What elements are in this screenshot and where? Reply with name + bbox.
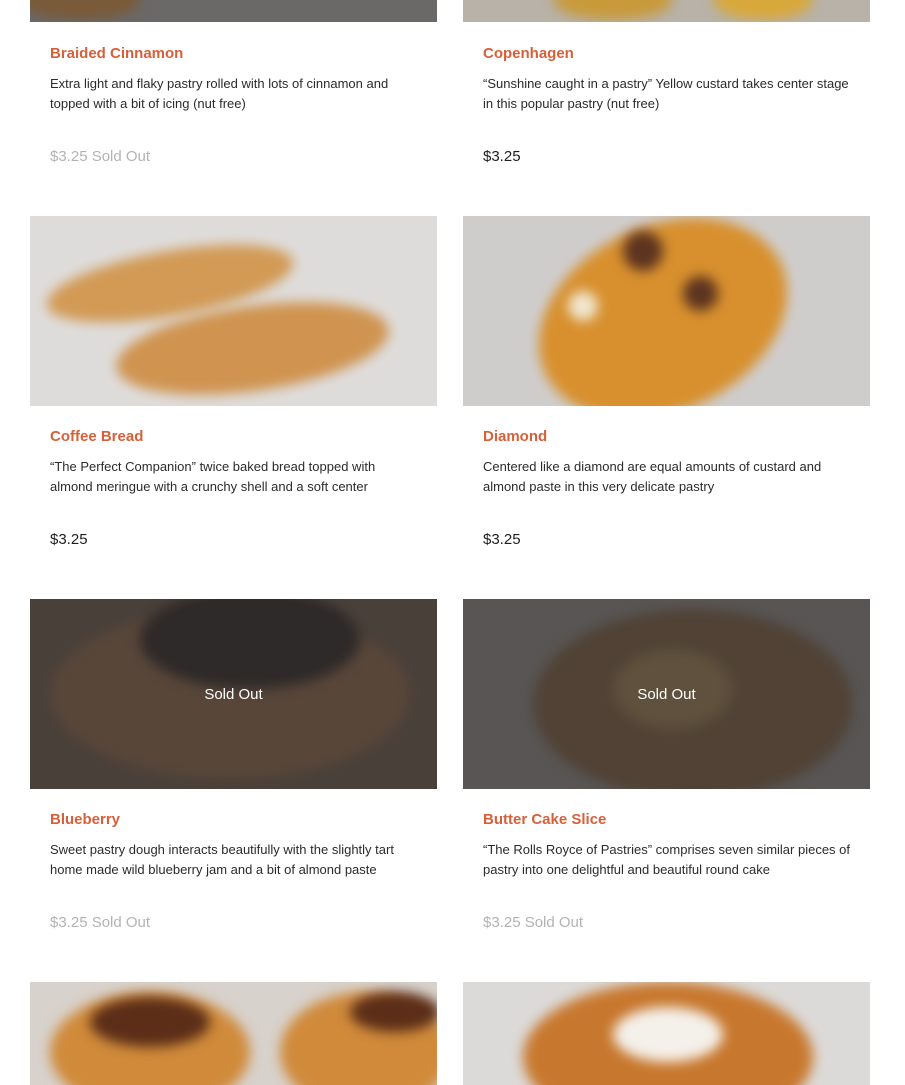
product-card[interactable]: Copenhagen “Sunshine caught in a pastry”… <box>463 0 870 165</box>
sold-out-overlay: Sold Out <box>30 599 437 789</box>
product-card[interactable] <box>463 982 870 1085</box>
product-card[interactable] <box>30 982 437 1085</box>
product-image[interactable]: Sold Out <box>463 599 870 789</box>
product-price: $3.25 Sold Out <box>50 148 151 165</box>
product-image[interactable] <box>463 982 870 1085</box>
product-price: $3.25 <box>483 531 521 548</box>
product-description: Centered like a diamond are equal amount… <box>483 459 822 494</box>
product-title[interactable]: Blueberry <box>50 811 120 828</box>
product-card[interactable]: Sold Out Butter Cake Slice “The Rolls Ro… <box>463 599 870 931</box>
product-price: $3.25 <box>483 148 521 165</box>
product-description: Extra light and flaky pastry rolled with… <box>50 76 389 111</box>
product-image[interactable] <box>463 216 870 406</box>
product-description: “The Perfect Companion” twice baked brea… <box>50 459 376 494</box>
product-image[interactable] <box>30 216 437 406</box>
product-image[interactable] <box>30 0 437 22</box>
product-image[interactable] <box>463 0 870 22</box>
product-card[interactable]: Braided Cinnamon Extra light and flaky p… <box>30 0 437 165</box>
product-price: $3.25 Sold Out <box>50 914 151 931</box>
sold-out-label: Sold Out <box>637 685 696 703</box>
product-card[interactable]: Diamond Centered like a diamond are equa… <box>463 216 870 548</box>
product-title[interactable]: Copenhagen <box>483 45 574 62</box>
product-image[interactable]: Sold Out <box>30 599 437 789</box>
product-title[interactable]: Braided Cinnamon <box>50 45 183 62</box>
sold-out-label: Sold Out <box>204 685 263 703</box>
product-title[interactable]: Coffee Bread <box>50 428 143 445</box>
product-price: $3.25 Sold Out <box>483 914 584 931</box>
product-description: “The Rolls Royce of Pastries” comprises … <box>483 842 851 877</box>
product-title[interactable]: Butter Cake Slice <box>483 811 606 828</box>
product-image[interactable] <box>30 982 437 1085</box>
product-card[interactable]: Sold Out Blueberry Sweet pastry dough in… <box>30 599 437 931</box>
product-title[interactable]: Diamond <box>483 428 547 445</box>
product-description: Sweet pastry dough interacts beautifully… <box>50 842 394 877</box>
product-card[interactable]: Coffee Bread “The Perfect Companion” twi… <box>30 216 437 548</box>
product-price: $3.25 <box>50 531 88 548</box>
product-description: “Sunshine caught in a pastry” Yellow cus… <box>483 76 849 111</box>
sold-out-overlay: Sold Out <box>463 599 870 789</box>
